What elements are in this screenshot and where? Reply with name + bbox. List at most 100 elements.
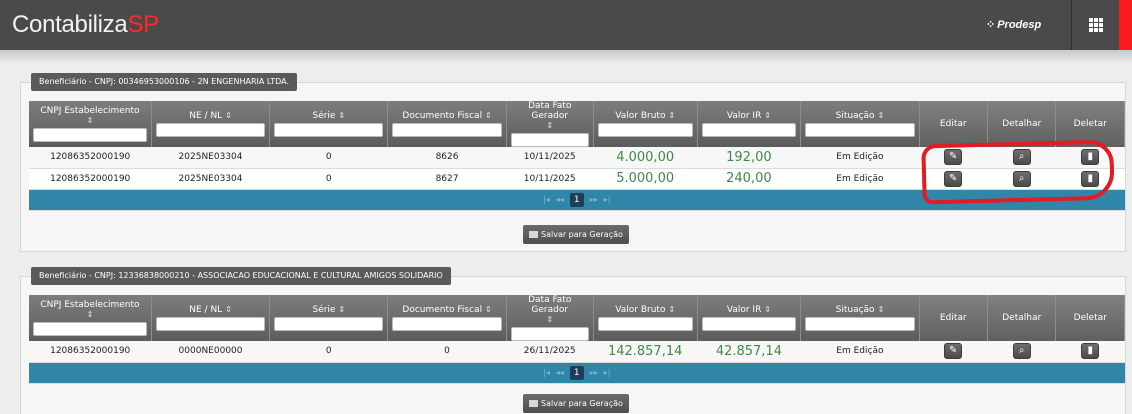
col-valor-bruto[interactable]: Valor Bruto ⇕ (593, 295, 698, 341)
sort-icon[interactable]: ⇕ (87, 116, 94, 125)
col-serie[interactable]: Série ⇕ (269, 295, 389, 341)
sort-icon[interactable]: ⇕ (225, 305, 232, 314)
table-header-row: CNPJ Estabelecimento ⇕ NE / NL ⇕ Série ⇕ … (29, 295, 1125, 341)
current-page[interactable]: 1 (569, 365, 584, 380)
cell-documento: 8627 (387, 168, 507, 190)
cell-situacao: Em Edição (800, 168, 920, 190)
save-for-generation-button[interactable]: Salvar para Geração (523, 394, 629, 413)
cell-ne: 0000NE00000 (151, 341, 270, 363)
col-documento[interactable]: Documento Fiscal ⇕ (387, 295, 507, 341)
sort-icon[interactable]: ⇕ (225, 111, 232, 120)
pager-row: |◂ ◂◂ 1 ▸▸ ▸| (29, 362, 1125, 384)
col-data[interactable]: Data Fato Gerador ⇕ (506, 101, 594, 147)
panel-title: Beneficiário - CNPJ: 00346953000106 - 2N… (31, 73, 298, 91)
sort-icon[interactable]: ⇕ (546, 315, 553, 324)
detail-magnifier-icon[interactable]: ⌕ (1012, 343, 1031, 360)
cell-valor-bruto: 4.000,00 (593, 147, 698, 169)
cell-cnpj: 12086352000190 (29, 341, 152, 363)
col-valor-ir[interactable]: Valor IR ⇕ (697, 295, 802, 341)
filter-cnpj-input[interactable] (33, 128, 147, 142)
cell-data: 26/11/2025 (506, 341, 594, 363)
col-ne-nl[interactable]: NE / NL ⇕ (151, 295, 271, 341)
sort-icon[interactable]: ⇕ (764, 305, 771, 314)
sort-icon[interactable]: ⇕ (485, 111, 492, 120)
sort-icon[interactable]: ⇕ (485, 305, 492, 314)
prev-page-icon[interactable]: ◂◂ (556, 195, 564, 204)
sort-icon[interactable]: ⇕ (87, 310, 94, 319)
app-logo[interactable]: ContabilizaSP (12, 11, 159, 39)
filter-bruto-input[interactable] (597, 317, 693, 331)
last-page-icon[interactable]: ▸| (604, 368, 611, 377)
current-page[interactable]: 1 (569, 192, 584, 207)
prodesp-logo: ⁘ Prodesp (986, 16, 1056, 34)
filter-cnpj-input[interactable] (33, 322, 147, 336)
sort-icon[interactable]: ⇕ (546, 121, 553, 130)
save-label: Salvar para Geração (541, 399, 623, 408)
col-serie[interactable]: Série ⇕ (269, 101, 389, 147)
filter-ne-input[interactable] (155, 317, 266, 331)
filter-bruto-input[interactable] (597, 123, 693, 137)
cell-valor-ir: 240,00 (697, 168, 801, 190)
col-data[interactable]: Data Fato Gerador ⇕ (506, 295, 594, 341)
logo-text: Contabiliza (12, 11, 128, 38)
cell-serie: 0 (269, 341, 388, 363)
save-for-generation-button[interactable]: Salvar para Geração (523, 225, 629, 244)
sort-icon[interactable]: ⇕ (877, 111, 884, 120)
edit-pencil-icon[interactable]: ✎ (944, 343, 963, 360)
col-cnpj[interactable]: CNPJ Estabelecimento ⇕ (29, 101, 152, 147)
cell-cnpj: 12086352000190 (29, 168, 152, 190)
delete-trash-icon[interactable]: ▮ (1081, 343, 1100, 360)
filter-documento-input[interactable] (392, 123, 502, 137)
divider (1071, 0, 1072, 50)
apps-grid-icon[interactable] (1081, 14, 1111, 36)
prev-page-icon[interactable]: ◂◂ (556, 368, 564, 377)
filter-documento-input[interactable] (392, 317, 502, 331)
prodesp-symbol: ⁘ (986, 19, 996, 31)
filter-ir-input[interactable] (701, 317, 797, 331)
col-documento[interactable]: Documento Fiscal ⇕ (387, 101, 507, 147)
filter-situacao-input[interactable] (805, 123, 915, 137)
cell-valor-ir: 42.857,14 (697, 341, 801, 363)
cell-situacao: Em Edição (800, 341, 920, 363)
col-valor-bruto[interactable]: Valor Bruto ⇕ (593, 101, 698, 147)
filter-data-input[interactable] (510, 133, 589, 147)
filter-ne-input[interactable] (155, 123, 266, 137)
filter-serie-input[interactable] (274, 123, 384, 137)
beneficiary-panel: Beneficiário - CNPJ: 12336838000210 - AS… (20, 267, 1126, 414)
sort-icon[interactable]: ⇕ (668, 305, 675, 314)
col-detalhar: Detalhar (987, 295, 1057, 341)
cell-valor-ir: 192,00 (697, 147, 801, 169)
brand-accent-bar (1119, 0, 1132, 50)
floppy-icon (529, 400, 538, 407)
sort-icon[interactable]: ⇕ (877, 305, 884, 314)
filter-data-input[interactable] (510, 327, 589, 341)
table-header-row: CNPJ Estabelecimento ⇕ NE / NL ⇕ Série ⇕ … (29, 101, 1125, 147)
table-row: 12086352000190 0000NE00000 0 0 26/11/202… (29, 341, 1125, 363)
col-situacao[interactable]: Situação ⇕ (800, 295, 920, 341)
col-editar: Editar (919, 101, 988, 147)
cell-valor-bruto: 142.857,14 (593, 341, 698, 363)
cell-ne: 2025NE03304 (151, 147, 270, 169)
cell-serie: 0 (269, 147, 388, 169)
next-page-icon[interactable]: ▸▸ (590, 195, 598, 204)
entries-table: CNPJ Estabelecimento ⇕ NE / NL ⇕ Série ⇕ … (29, 295, 1125, 384)
filter-serie-input[interactable] (274, 317, 384, 331)
sort-icon[interactable]: ⇕ (338, 305, 345, 314)
cell-documento: 0 (387, 341, 507, 363)
col-situacao[interactable]: Situação ⇕ (800, 101, 920, 147)
next-page-icon[interactable]: ▸▸ (590, 368, 598, 377)
last-page-icon[interactable]: ▸| (604, 195, 611, 204)
sort-icon[interactable]: ⇕ (338, 111, 345, 120)
sort-icon[interactable]: ⇕ (668, 111, 675, 120)
sort-icon[interactable]: ⇕ (764, 111, 771, 120)
filter-ir-input[interactable] (701, 123, 797, 137)
panel-title: Beneficiário - CNPJ: 12336838000210 - AS… (31, 267, 451, 285)
col-ne-nl[interactable]: NE / NL ⇕ (151, 101, 271, 147)
first-page-icon[interactable]: |◂ (543, 368, 550, 377)
filter-situacao-input[interactable] (805, 317, 915, 331)
col-detalhar: Detalhar (987, 101, 1057, 147)
cell-cnpj: 12086352000190 (29, 147, 152, 169)
col-valor-ir[interactable]: Valor IR ⇕ (697, 101, 802, 147)
first-page-icon[interactable]: |◂ (543, 195, 550, 204)
col-cnpj[interactable]: CNPJ Estabelecimento ⇕ (29, 295, 152, 341)
